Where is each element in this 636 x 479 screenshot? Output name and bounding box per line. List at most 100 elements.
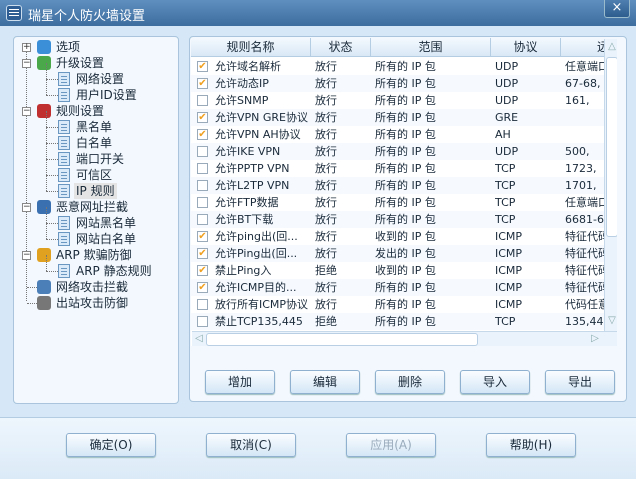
tree-connector xyxy=(46,111,47,127)
rules-list: 规则名称 状态 范围 协议 远程端口 ✔允许域名解析放行所有的 IP 包UDP任… xyxy=(191,38,617,346)
tree-item[interactable]: + 选项 xyxy=(14,39,174,55)
help-button[interactable]: 帮助(H) xyxy=(486,433,576,457)
rule-enabled-checkbox[interactable]: ✔ xyxy=(197,282,208,293)
rule-enabled-checkbox[interactable]: ✔ xyxy=(197,112,208,123)
table-row[interactable]: 禁止TCP135,445 拒绝 所有的 IP 包 TCP 135,445 xyxy=(191,313,617,330)
cell-protocol: UDP xyxy=(495,94,519,107)
scrollbar-thumb[interactable] xyxy=(206,333,478,346)
table-row[interactable]: ✔ 允许域名解析 放行 所有的 IP 包 UDP 任意端口 xyxy=(191,58,617,75)
collapse-icon[interactable]: − xyxy=(22,251,31,260)
table-row[interactable]: 允许SNMP 放行 所有的 IP 包 UDP 161, xyxy=(191,92,617,109)
rule-enabled-checkbox[interactable] xyxy=(197,180,208,191)
collapse-icon[interactable]: − xyxy=(22,107,31,116)
collapse-icon[interactable]: − xyxy=(22,203,31,212)
rule-enabled-checkbox[interactable] xyxy=(197,163,208,174)
expand-icon[interactable]: + xyxy=(22,43,31,52)
cell-protocol: UDP xyxy=(495,60,519,73)
scroll-left-icon[interactable]: ◁ xyxy=(192,333,206,344)
table-row[interactable]: ✔ 允许VPN GRE协议 放行 所有的 IP 包 GRE xyxy=(191,109,617,126)
cell-protocol: TCP xyxy=(495,213,516,226)
column-header-status[interactable]: 状态 xyxy=(311,38,371,57)
page-icon xyxy=(58,264,70,278)
rule-enabled-checkbox[interactable]: ✔ xyxy=(197,231,208,242)
tree-connector xyxy=(27,303,37,304)
tree-item[interactable]: 黑名单 xyxy=(14,111,174,135)
cell-status: 放行 xyxy=(315,179,337,192)
rule-enabled-checkbox[interactable] xyxy=(197,197,208,208)
tree-item[interactable]: − 升级设置 xyxy=(14,55,174,71)
rule-enabled-checkbox[interactable]: ✔ xyxy=(197,265,208,276)
cell-range: 所有的 IP 包 xyxy=(375,213,436,226)
tree-item[interactable]: 网站黑名单 xyxy=(14,207,174,231)
tree-item[interactable]: − 规则设置 xyxy=(14,103,174,119)
table-row[interactable]: ✔ 允许ICMP目的... 放行 所有的 IP 包 ICMP 特征代码 xyxy=(191,279,617,296)
collapse-icon[interactable]: − xyxy=(22,59,31,68)
cell-status: 放行 xyxy=(315,162,337,175)
rule-enabled-checkbox[interactable]: ✔ xyxy=(197,129,208,140)
cell-protocol: AH xyxy=(495,128,511,141)
tree-item[interactable]: − 恶意网址拦截 xyxy=(14,199,174,215)
tree-item[interactable]: 网络攻击拦截 xyxy=(14,279,174,295)
column-header-protocol[interactable]: 协议 xyxy=(491,38,561,57)
tree-item[interactable]: IP 规则 xyxy=(14,175,174,199)
rule-enabled-checkbox[interactable] xyxy=(197,146,208,157)
scroll-down-icon[interactable]: ▽ xyxy=(605,315,617,326)
edit-button[interactable]: 编辑 xyxy=(290,370,360,394)
scroll-up-icon[interactable]: △ xyxy=(605,41,617,52)
apply-button[interactable]: 应用(A) xyxy=(346,433,436,457)
rule-enabled-checkbox[interactable]: ✔ xyxy=(197,248,208,259)
scrollbar-thumb[interactable] xyxy=(606,57,617,237)
tree-item[interactable]: 网络设置 xyxy=(14,63,174,87)
add-button[interactable]: 增加 xyxy=(205,370,275,394)
horizontal-scrollbar[interactable]: ◁ ▷ xyxy=(192,331,617,346)
table-row[interactable]: ✔ 允许Ping出(回... 放行 发出的 IP 包 ICMP 特征代码 xyxy=(191,245,617,262)
ok-button[interactable]: 确定(O) xyxy=(66,433,156,457)
table-row[interactable]: 放行所有ICMP协议 放行 所有的 IP 包 ICMP 代码任意 xyxy=(191,296,617,313)
table-row[interactable]: ✔ 禁止Ping入 拒绝 收到的 IP 包 ICMP 特征代码 xyxy=(191,262,617,279)
export-button[interactable]: 导出 xyxy=(545,370,615,394)
tree-item-label: ARP 欺骗防御 xyxy=(56,248,132,262)
cell-range: 发出的 IP 包 xyxy=(375,247,436,260)
cell-range: 所有的 IP 包 xyxy=(375,60,436,73)
rule-enabled-checkbox[interactable] xyxy=(197,299,208,310)
table-row[interactable]: ✔ 允许ping出(回... 放行 收到的 IP 包 ICMP 特征代码 xyxy=(191,228,617,245)
table-row[interactable]: 允许L2TP VPN 放行 所有的 IP 包 TCP 1701, xyxy=(191,177,617,194)
table-row[interactable]: 允许IKE VPN 放行 所有的 IP 包 UDP 500, xyxy=(191,143,617,160)
tree-connector xyxy=(46,79,58,80)
rule-enabled-checkbox[interactable] xyxy=(197,214,208,225)
cancel-button[interactable]: 取消(C) xyxy=(206,433,296,457)
rule-enabled-checkbox[interactable] xyxy=(197,316,208,327)
tree-item[interactable]: 网站白名单 xyxy=(14,223,174,247)
tree-item[interactable]: − ARP 欺骗防御 xyxy=(14,247,174,263)
rule-enabled-checkbox[interactable]: ✔ xyxy=(197,61,208,72)
page-icon xyxy=(58,152,70,166)
tree-item[interactable]: 端口开关 xyxy=(14,143,174,167)
category-icon xyxy=(37,40,51,54)
tree-item[interactable]: ARP 静态规则 xyxy=(14,255,174,279)
cell-name: 允许BT下载 xyxy=(215,213,274,226)
tree-item[interactable]: 白名单 xyxy=(14,127,174,151)
import-button[interactable]: 导入 xyxy=(460,370,530,394)
delete-button[interactable]: 删除 xyxy=(375,370,445,394)
cell-status: 放行 xyxy=(315,94,337,107)
column-header-name[interactable]: 规则名称 xyxy=(191,38,311,57)
table-row[interactable]: ✔ 允许VPN AH协议 放行 所有的 IP 包 AH xyxy=(191,126,617,143)
cell-name: 禁止Ping入 xyxy=(215,264,272,277)
table-row[interactable]: 允许FTP数据 放行 所有的 IP 包 TCP 任意端口 xyxy=(191,194,617,211)
tree-item[interactable]: 出站攻击防御 xyxy=(14,295,174,311)
table-row[interactable]: ✔ 允许动态IP 放行 所有的 IP 包 UDP 67-68, xyxy=(191,75,617,92)
tree-item[interactable]: 可信区 xyxy=(14,159,174,183)
tree-item[interactable]: 用户ID设置 xyxy=(14,79,174,103)
tree-connector xyxy=(46,95,58,96)
table-row[interactable]: 允许BT下载 放行 所有的 IP 包 TCP 6681-68 xyxy=(191,211,617,228)
tree-item-label: 网络攻击拦截 xyxy=(56,280,129,294)
column-header-range[interactable]: 范围 xyxy=(371,38,491,57)
rule-enabled-checkbox[interactable] xyxy=(197,95,208,106)
cell-status: 放行 xyxy=(315,247,337,260)
table-row[interactable]: 允许PPTP VPN 放行 所有的 IP 包 TCP 1723, xyxy=(191,160,617,177)
vertical-scrollbar[interactable]: △ ▽ xyxy=(604,39,617,331)
cell-range: 收到的 IP 包 xyxy=(375,230,436,243)
close-button[interactable]: × xyxy=(604,0,630,18)
scroll-right-icon[interactable]: ▷ xyxy=(588,333,602,344)
rule-enabled-checkbox[interactable]: ✔ xyxy=(197,78,208,89)
